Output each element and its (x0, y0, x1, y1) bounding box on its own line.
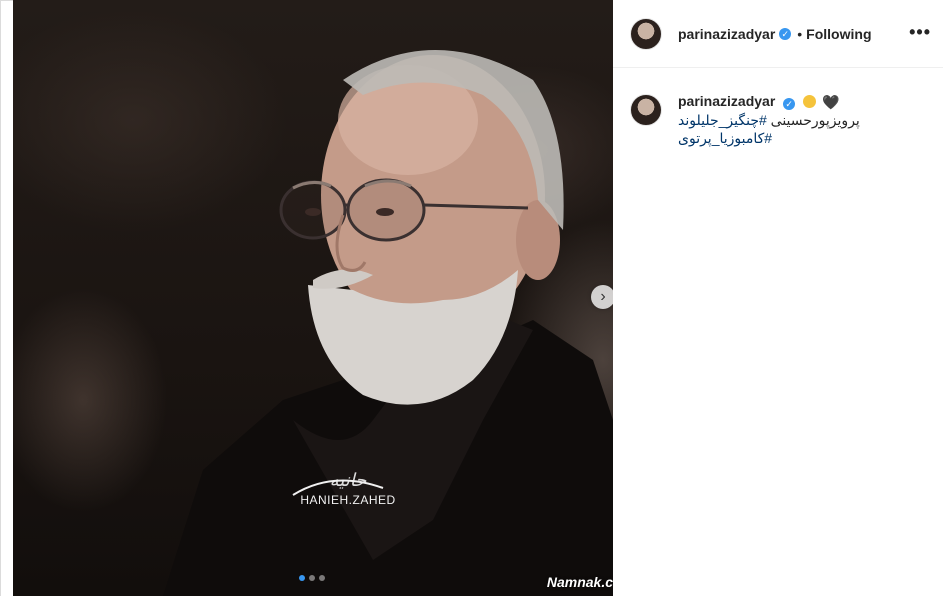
watermark: حانیه HANIEH.ZAHED (288, 470, 408, 507)
caption-username-link[interactable]: parinazizadyar (678, 93, 775, 109)
watermark-name: HANIEH.ZAHED (300, 493, 396, 507)
caption-text: پرویزپورحسینی (766, 112, 860, 128)
carousel-dot (309, 575, 315, 581)
following-button[interactable]: Following (806, 26, 871, 42)
corner-watermark: Namnak.c (546, 574, 613, 590)
emoji-heart-icon: 🖤 (821, 94, 840, 110)
caption-line-2: #کامبوزیا_پرتوی (678, 129, 860, 147)
verified-badge-icon: ✓ (779, 27, 792, 40)
caption-verified-badge-icon: ✓ (783, 98, 796, 110)
more-options-icon[interactable]: ••• (909, 22, 931, 43)
caption-line-1: پرویزپورحسینی #چنگیز_جلیلوند (678, 111, 860, 129)
post-details-panel: parinazizadyar ✓ • Following ••• parinaz… (613, 0, 943, 596)
chevron-right-icon: › (600, 288, 606, 305)
hashtag-link[interactable]: #کامبوزیا_پرتوی (678, 130, 772, 146)
caption: parinazizadyar ✓ 🖤 پرویزپورحسینی #چنگیز_… (613, 68, 943, 147)
separator-dot: • (797, 25, 803, 42)
watermark-script: حانیه (329, 470, 367, 491)
next-slide-button[interactable]: › (591, 285, 613, 309)
username-link[interactable]: parinazizadyar (678, 26, 775, 42)
hashtag-link[interactable]: #چنگیز_جلیلوند (678, 112, 767, 128)
caption-avatar[interactable] (630, 94, 662, 126)
caption-body: parinazizadyar ✓ 🖤 پرویزپورحسینی #چنگیز_… (678, 92, 860, 147)
carousel-dot-active (299, 575, 305, 581)
emoji-face-icon (803, 95, 817, 108)
post-header: parinazizadyar ✓ • Following ••• (613, 0, 943, 68)
carousel-dot (319, 575, 325, 581)
carousel-indicator (299, 575, 325, 581)
avatar[interactable] (630, 17, 662, 50)
post-photo[interactable]: حانیه HANIEH.ZAHED Namnak.c › (13, 0, 613, 596)
